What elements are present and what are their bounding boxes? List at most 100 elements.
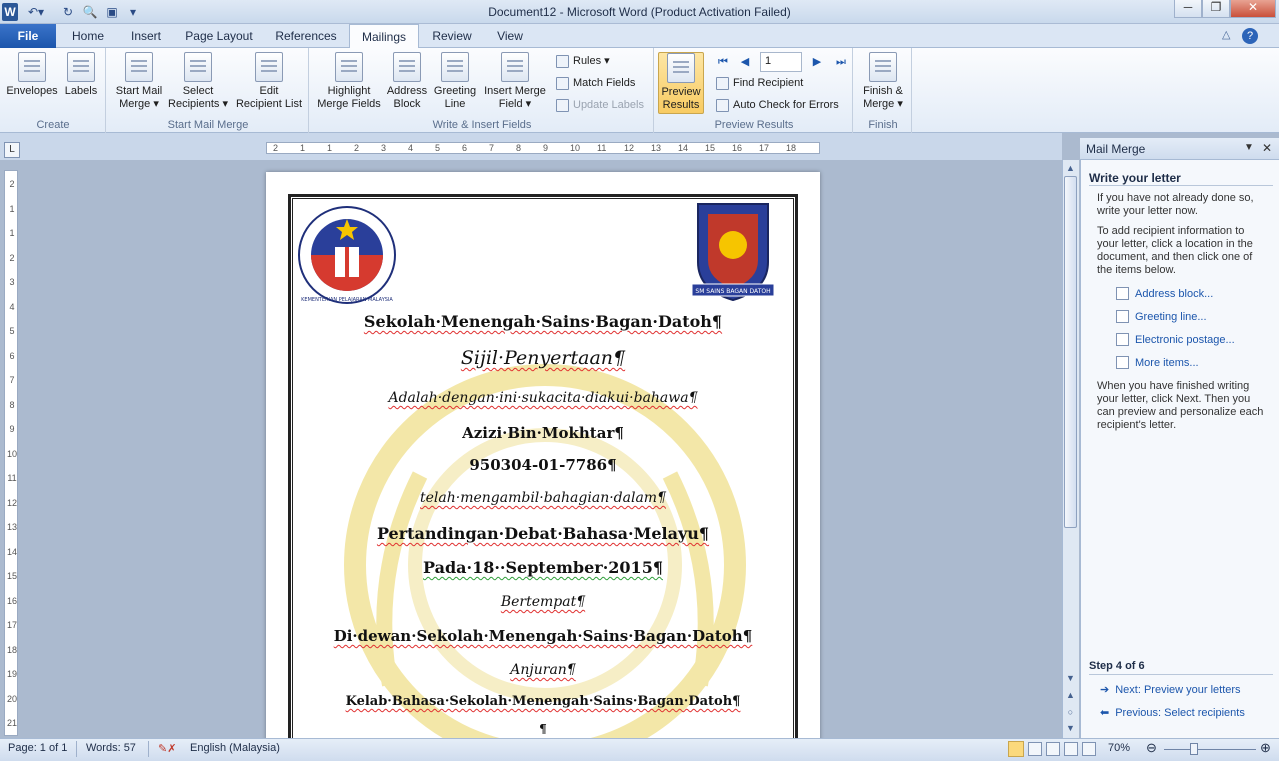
browse-object-icon[interactable]: ○ xyxy=(1064,706,1077,719)
tab-review[interactable]: Review xyxy=(424,24,480,48)
doc-line-recipient-name[interactable]: Azizi·Bin·Mokhtar¶ xyxy=(266,424,820,442)
doc-line-venue-label[interactable]: Bertempat¶ xyxy=(266,594,820,610)
record-number-input[interactable]: 1 xyxy=(760,52,802,72)
doc-line-school-name[interactable]: Sekolah·Menengah·Sains·Bagan·Datoh¶ xyxy=(266,312,820,331)
group-label-create: Create xyxy=(36,119,70,131)
vertical-ruler[interactable]: 2 1 1 2 3 4 5 6 7 8 9 10 11 12 13 14 15 16 17 18 19 20 21 xyxy=(4,170,18,736)
minimize-icon[interactable]: ─ xyxy=(1174,0,1202,18)
print-layout-view-icon[interactable] xyxy=(1008,741,1024,757)
status-divider xyxy=(76,741,77,757)
doc-line-organizer[interactable]: Kelab·Bahasa·Sekolah·Menengah·Sains·Baga… xyxy=(266,694,820,709)
tab-insert[interactable]: Insert xyxy=(120,24,172,48)
tab-references[interactable]: References xyxy=(268,24,344,48)
ruler-tick-label: 6 xyxy=(462,143,468,153)
doc-line-date[interactable]: Pada·18··September·2015¶ xyxy=(266,558,820,577)
ruler-tick-label: 5 xyxy=(9,326,15,336)
ruler-tick-label: 18 xyxy=(786,143,797,153)
web-layout-icon[interactable] xyxy=(1046,742,1060,756)
zoom-slider[interactable] xyxy=(1164,749,1256,750)
ruler-tick-label: 18 xyxy=(6,644,17,655)
preview-results-button[interactable]: Preview Results xyxy=(658,52,704,114)
minimize-ribbon-icon[interactable]: △ xyxy=(1222,28,1236,41)
labels-button[interactable]: Labels xyxy=(62,52,100,114)
highlight-merge-fields-button[interactable]: Highlight Merge Fields xyxy=(314,52,384,114)
ruler-tick-label: 20 xyxy=(6,693,17,704)
address-block-link[interactable]: Address block... xyxy=(1116,287,1213,300)
previous-page-icon[interactable]: ▲ xyxy=(1064,689,1077,702)
address-block-icon xyxy=(393,52,421,82)
ruler-tick-label: 12 xyxy=(6,497,17,508)
rules-button[interactable]: Rules ▾ xyxy=(556,51,610,71)
outline-view-icon[interactable] xyxy=(1064,742,1078,756)
scroll-down-icon[interactable]: ▼ xyxy=(1064,672,1077,685)
next-step-link[interactable]: ➔ Next: Preview your letters xyxy=(1100,683,1241,697)
pane-options-icon[interactable]: ▼ xyxy=(1244,142,1254,153)
doc-line-venue[interactable]: Di·dewan·Sekolah·Menengah·Sains·Bagan·Da… xyxy=(266,627,820,645)
more-items-link[interactable]: More items... xyxy=(1116,356,1199,369)
restore-icon[interactable]: ❐ xyxy=(1202,0,1230,18)
address-block-button[interactable]: Address Block xyxy=(384,52,430,114)
scrollbar-thumb[interactable] xyxy=(1064,176,1077,528)
greeting-line-link[interactable]: Greeting line... xyxy=(1116,310,1207,323)
edit-recipient-list-button[interactable]: Edit Recipient List xyxy=(232,52,306,114)
doc-line-certificate-title[interactable]: Sijil·Penyertaan¶ xyxy=(266,347,820,369)
zoom-slider-thumb[interactable] xyxy=(1190,743,1198,755)
doc-line-empty[interactable]: ¶ xyxy=(266,722,820,736)
finish-merge-button[interactable]: Finish & Merge ▾ xyxy=(856,52,910,114)
highlight-icon xyxy=(335,52,363,82)
help-icon[interactable]: ? xyxy=(1242,28,1258,44)
word-count[interactable]: Words: 57 xyxy=(86,742,136,754)
find-recipient-button[interactable]: Find Recipient xyxy=(716,73,803,93)
auto-check-errors-button[interactable]: Auto Check for Errors xyxy=(716,95,839,115)
ruler-tick-label: 8 xyxy=(9,399,15,410)
tab-file[interactable]: File xyxy=(0,24,56,48)
find-recipient-icon xyxy=(716,76,729,90)
ministry-logo-text: KEMENTERIAN PELAJARAN MALAYSIA xyxy=(301,297,393,303)
doc-line-ic-number[interactable]: 950304-01-7786¶ xyxy=(266,456,820,474)
envelopes-button[interactable]: Envelopes xyxy=(4,52,60,114)
tab-view[interactable]: View xyxy=(488,24,532,48)
insert-merge-field-button[interactable]: Insert Merge Field ▾ xyxy=(480,52,550,114)
group-label-write: Write & Insert Fields xyxy=(432,119,532,131)
select-recipients-button[interactable]: Select Recipients ▾ xyxy=(166,52,230,114)
doc-line-organizer-label[interactable]: Anjuran¶ xyxy=(266,662,820,678)
tab-stop-selector[interactable]: L xyxy=(4,142,20,158)
zoom-out-icon[interactable]: ⊖ xyxy=(1146,740,1157,756)
tab-home[interactable]: Home xyxy=(64,24,112,48)
doc-line-acknowledgement[interactable]: Adalah·dengan·ini·sukacita·diakui·bahawa… xyxy=(266,390,820,406)
zoom-in-icon[interactable]: ⊕ xyxy=(1260,740,1271,756)
language-indicator[interactable]: English (Malaysia) xyxy=(190,742,280,754)
full-screen-reading-icon[interactable] xyxy=(1028,742,1042,756)
pane-paragraph-3: When you have finished writing your lett… xyxy=(1097,380,1264,431)
next-page-icon[interactable]: ▼ xyxy=(1064,722,1077,735)
close-icon[interactable]: ✕ xyxy=(1230,0,1276,18)
first-record-icon[interactable]: ⏮ xyxy=(716,55,730,69)
tab-mailings[interactable]: Mailings xyxy=(349,24,419,49)
page-count[interactable]: Page: 1 of 1 xyxy=(8,742,67,754)
electronic-postage-link[interactable]: Electronic postage... xyxy=(1116,333,1235,346)
tab-page-layout[interactable]: Page Layout xyxy=(180,24,258,48)
ruler-tick-label: 2 xyxy=(273,143,279,153)
update-labels-button[interactable]: Update Labels xyxy=(556,95,644,115)
draft-view-icon[interactable] xyxy=(1082,742,1096,756)
last-record-icon[interactable]: ⏭ xyxy=(834,55,848,69)
greeting-line-button[interactable]: Greeting Line xyxy=(430,52,480,114)
horizontal-ruler[interactable]: 2 1 1 2 3 4 5 6 7 8 9 10 11 12 13 14 15 16 17 18 xyxy=(266,142,820,154)
pane-close-icon[interactable]: ✕ xyxy=(1262,141,1272,155)
school-crest-icon: SM SAINS BAGAN DATOH xyxy=(691,203,775,302)
scroll-up-icon[interactable]: ▲ xyxy=(1064,162,1077,175)
start-mail-merge-button[interactable]: Start Mail Merge ▾ xyxy=(110,52,168,114)
previous-step-link[interactable]: ⬅ Previous: Select recipients xyxy=(1100,706,1245,720)
ruler-tick-label: 15 xyxy=(705,143,716,153)
ruler-tick-label: 10 xyxy=(570,143,581,153)
edit-list-icon xyxy=(255,52,283,82)
doc-line-event[interactable]: Pertandingan·Debat·Bahasa·Melayu¶ xyxy=(266,524,820,543)
next-record-icon[interactable]: ▶ xyxy=(810,55,824,69)
ruler-tick-label: 1 xyxy=(327,143,333,153)
ministry-logo-icon: KEMENTERIAN PELAJARAN MALAYSIA xyxy=(298,206,396,304)
previous-record-icon[interactable]: ◀ xyxy=(738,55,752,69)
doc-line-participated[interactable]: telah·mengambil·bahagian·dalam¶ xyxy=(266,490,820,506)
match-fields-button[interactable]: Match Fields xyxy=(556,73,635,93)
zoom-level[interactable]: 70% xyxy=(1108,742,1130,754)
proofing-icon[interactable]: ✎✗ xyxy=(158,742,176,755)
